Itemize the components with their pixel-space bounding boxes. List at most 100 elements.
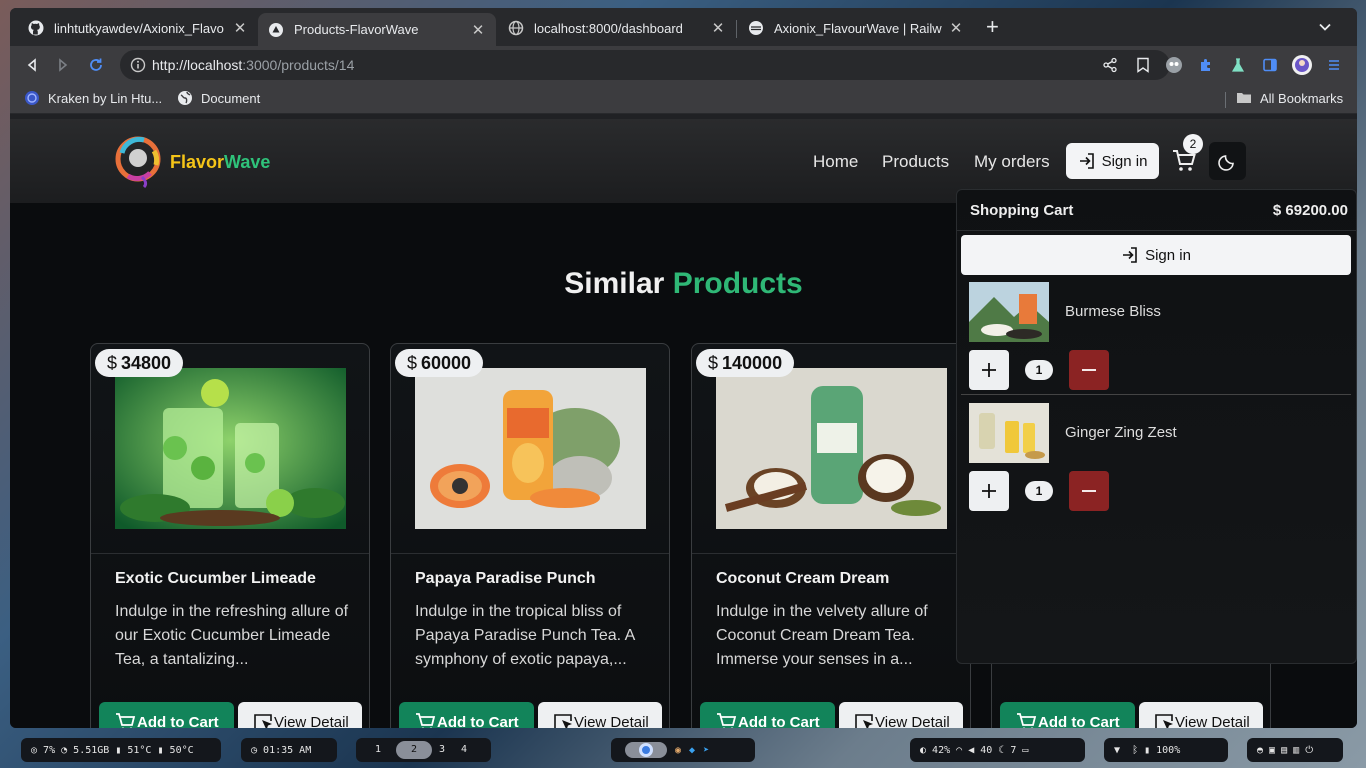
increase-qty-button[interactable] (969, 350, 1009, 390)
nav-products[interactable]: Products (882, 152, 949, 172)
view-detail-label: View Detail (274, 713, 349, 729)
sidebar-icon[interactable] (1259, 54, 1281, 76)
chromium-icon[interactable] (625, 742, 667, 758)
clock[interactable]: ◷ 01:35 AM (241, 738, 337, 762)
info-icon[interactable] (130, 57, 146, 73)
cart-item: Ginger Zing Zest 1 (957, 403, 1356, 523)
power-menu: ◓ ▣ ▤ ▥ ⏻ (1247, 738, 1343, 762)
brand-second: Wave (224, 152, 271, 172)
decrease-qty-button[interactable] (1069, 350, 1109, 390)
app-icon[interactable]: ◉ (675, 745, 681, 756)
close-icon[interactable]: ✕ (470, 21, 486, 39)
view-detail-button[interactable]: View Detail (1139, 702, 1263, 728)
puzzle-icon[interactable] (1195, 54, 1217, 76)
forward-button[interactable] (52, 54, 74, 76)
browser-toolbar: http://localhost:3000/products/14 (10, 46, 1357, 84)
shopping-cart-panel: Shopping Cart $ 69200.00 Sign in Burmese… (956, 189, 1357, 664)
tab-railway[interactable]: Axionix_FlavourWave | Railwa ✕ (738, 13, 974, 43)
nav-home[interactable]: Home (813, 152, 858, 172)
github-icon (28, 20, 44, 36)
bookmark-separator (1225, 92, 1226, 108)
cart-item: Burmese Bliss 1 (957, 282, 1356, 402)
brightness-level: 42% (932, 744, 951, 756)
product-image[interactable] (115, 368, 346, 529)
card-divider (692, 553, 970, 554)
close-icon[interactable]: ✕ (948, 19, 964, 37)
profile-avatar[interactable] (1291, 54, 1313, 76)
nav-my-orders[interactable]: My orders (974, 152, 1050, 172)
share-icon[interactable] (1102, 57, 1118, 73)
dollar-icon: $ (407, 352, 418, 373)
price-value: 60000 (421, 352, 472, 373)
chevron-down-icon[interactable] (1318, 20, 1332, 34)
cart-divider (957, 230, 1356, 231)
workspace-3[interactable]: 3 (432, 741, 452, 759)
temp-gpu: 50°C (169, 744, 194, 756)
extension-avatar-icon[interactable] (1163, 54, 1185, 76)
tab-github[interactable]: linhtutkyawdev/Axionix_Flavo ✕ (18, 13, 258, 43)
bluetooth-icon[interactable]: ᛒ (1132, 745, 1144, 756)
view-detail-button[interactable]: View Detail (839, 702, 963, 728)
back-button[interactable] (21, 54, 43, 76)
cart-sign-in-button[interactable]: Sign in (961, 235, 1351, 275)
clipboard-icon[interactable]: ▤ (1281, 745, 1293, 756)
close-icon[interactable]: ✕ (710, 19, 726, 37)
reload-button[interactable] (85, 54, 107, 76)
notification-icon[interactable]: ◓ (1257, 745, 1269, 756)
bookmark-kraken[interactable]: Kraken by Lin Htu... (24, 90, 162, 106)
address-bar[interactable]: http://localhost:3000/products/14 (120, 50, 1170, 80)
sign-in-label: Sign in (1101, 152, 1148, 170)
wifi-strength-icon[interactable]: ▼ (1114, 745, 1132, 756)
vscode-icon[interactable]: ◆ (689, 745, 695, 756)
cpu-icon: ◎ (31, 744, 44, 756)
decrease-qty-button[interactable] (1069, 471, 1109, 511)
close-icon[interactable]: ✕ (232, 19, 248, 37)
workspace-2[interactable]: 2 (396, 741, 432, 759)
bookmark-document[interactable]: Document (177, 90, 260, 106)
theme-toggle-button[interactable] (1209, 142, 1246, 180)
brand-name[interactable]: FlavorWave (170, 152, 270, 173)
telegram-icon[interactable]: ➤ (703, 745, 709, 756)
price-badge: $60000 (395, 349, 484, 377)
wifi-icon[interactable]: ◠ (956, 745, 968, 756)
cart-item-qty: 1 (1025, 481, 1053, 501)
section-title-a: Similar (564, 267, 665, 300)
product-image[interactable] (415, 368, 646, 529)
cpu-usage: 7% (43, 744, 56, 756)
keyboard-icon[interactable]: ▭ (1022, 745, 1028, 756)
add-to-cart-button[interactable]: Add to Cart (700, 702, 835, 728)
add-to-cart-button[interactable]: Add to Cart (1000, 702, 1135, 728)
add-to-cart-label: Add to Cart (738, 713, 820, 729)
tab-products[interactable]: Products-FlavorWave ✕ (258, 13, 496, 46)
page-content: FlavorWave Home Products My orders Sign … (10, 119, 1357, 728)
view-detail-button[interactable]: View Detail (238, 702, 362, 728)
volume-level: 40 (980, 744, 993, 756)
all-bookmarks[interactable]: All Bookmarks (1236, 90, 1343, 106)
add-to-cart-button[interactable]: Add to Cart (399, 702, 534, 728)
menu-icon[interactable] (1323, 54, 1345, 76)
workspace-1[interactable]: 1 (360, 741, 396, 759)
screenshot-icon[interactable]: ▣ (1269, 745, 1281, 756)
volume-icon[interactable]: ◀ (968, 745, 980, 756)
flask-icon[interactable] (1227, 54, 1249, 76)
sign-in-button[interactable]: Sign in (1066, 143, 1159, 179)
view-detail-button[interactable]: View Detail (538, 702, 662, 728)
add-to-cart-button[interactable]: Add to Cart (99, 702, 234, 728)
bookmark-icon[interactable] (1136, 57, 1150, 73)
cart-item-image (969, 282, 1049, 342)
pointer-icon (1155, 714, 1173, 728)
workspace-4[interactable]: 4 (452, 741, 476, 759)
product-image[interactable] (716, 368, 947, 529)
bookmarks-bar: Kraken by Lin Htu... Document All Bookma… (10, 84, 1357, 114)
plus-icon (982, 363, 996, 377)
increase-qty-button[interactable] (969, 471, 1009, 511)
tab-dashboard[interactable]: localhost:8000/dashboard ✕ (498, 13, 736, 43)
power-icon[interactable]: ⏻ (1305, 745, 1313, 756)
view-detail-label: View Detail (1175, 713, 1250, 729)
lock-icon[interactable]: ▥ (1293, 745, 1305, 756)
new-tab-button[interactable]: + (986, 16, 999, 38)
battery-icon: ▮ (1144, 744, 1157, 756)
flavorwave-logo[interactable] (114, 133, 162, 189)
bookmark-label: Kraken by Lin Htu... (48, 90, 163, 106)
browser-window: linhtutkyawdev/Axionix_Flavo ✕ Products-… (10, 8, 1357, 728)
